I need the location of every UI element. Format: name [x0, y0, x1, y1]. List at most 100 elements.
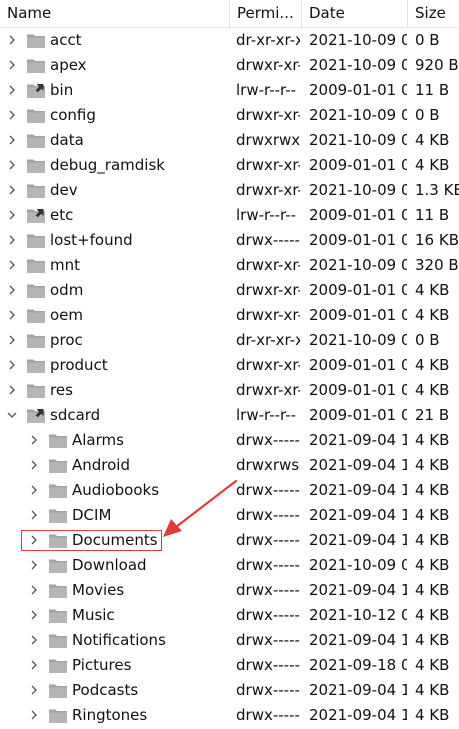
name-cell: Download [0, 553, 229, 578]
chevron-right-icon[interactable] [6, 259, 18, 271]
date-cell: 2021-09-04 1 [309, 681, 407, 699]
table-row[interactable]: bin lrw-r--r-- 2009-01-01 0 11 B [0, 78, 459, 103]
file-name: DCIM [72, 506, 112, 524]
folder-link-icon [27, 84, 45, 98]
chevron-right-icon[interactable] [28, 484, 40, 496]
name-cell: Notifications [0, 628, 229, 653]
chevron-right-icon[interactable] [6, 359, 18, 371]
table-row[interactable]: Audiobooks drwx------ 2021-09-04 1 4 KB [0, 478, 459, 503]
folder-icon [49, 684, 67, 698]
table-row[interactable]: sdcard lrw-r--r-- 2009-01-01 0 21 B [0, 403, 459, 428]
table-row[interactable]: product drwxr-xr-x 2009-01-01 0 4 KB [0, 353, 459, 378]
table-row[interactable]: Podcasts drwx------ 2021-09-04 1 4 KB [0, 678, 459, 703]
chevron-right-icon[interactable] [28, 609, 40, 621]
table-row[interactable]: Movies drwx------ 2021-09-04 1 4 KB [0, 578, 459, 603]
chevron-right-icon[interactable] [28, 559, 40, 571]
chevron-right-icon[interactable] [6, 134, 18, 146]
table-row[interactable]: acct dr-xr-xr-x 2021-10-09 0 0 B [0, 28, 459, 53]
size-cell: 4 KB [415, 131, 450, 149]
name-cell: debug_ramdisk [0, 153, 229, 178]
chevron-right-icon[interactable] [6, 84, 18, 96]
permissions-cell: drwxr-xr-x [236, 281, 300, 299]
permissions-cell: drwx------ [236, 606, 300, 624]
table-row[interactable]: Download drwx------ 2021-10-09 0 4 KB [0, 553, 459, 578]
column-header-date[interactable]: Date [301, 0, 407, 27]
chevron-right-icon[interactable] [28, 584, 40, 596]
date-cell: 2009-01-01 0 [309, 206, 407, 224]
folder-icon [27, 384, 45, 398]
file-name: lost+found [50, 231, 133, 249]
chevron-right-icon[interactable] [6, 34, 18, 46]
table-row[interactable]: res drwxr-xr-x 2009-01-01 0 4 KB [0, 378, 459, 403]
chevron-right-icon[interactable] [6, 184, 18, 196]
file-name: Music [72, 606, 115, 624]
chevron-right-icon[interactable] [6, 59, 18, 71]
folder-icon [27, 259, 45, 273]
table-row[interactable]: Alarms drwx------ 2021-09-04 1 4 KB [0, 428, 459, 453]
name-cell: lost+found [0, 228, 229, 253]
table-row[interactable]: data drwxrwx--x 2021-10-09 0 4 KB [0, 128, 459, 153]
chevron-right-icon[interactable] [6, 234, 18, 246]
table-row[interactable]: Ringtones drwx------ 2021-09-04 1 4 KB [0, 703, 459, 728]
chevron-right-icon[interactable] [28, 459, 40, 471]
chevron-right-icon[interactable] [6, 109, 18, 121]
chevron-right-icon[interactable] [28, 684, 40, 696]
chevron-right-icon[interactable] [28, 709, 40, 721]
table-row[interactable]: lost+found drwx------ 2009-01-01 0 16 KB [0, 228, 459, 253]
date-cell: 2021-09-04 1 [309, 431, 407, 449]
chevron-right-icon[interactable] [28, 509, 40, 521]
table-row[interactable]: odm drwxr-xr-x 2009-01-01 0 4 KB [0, 278, 459, 303]
chevron-right-icon[interactable] [6, 209, 18, 221]
column-header-name[interactable]: Name [0, 0, 229, 27]
file-name: proc [50, 331, 83, 349]
permissions-cell: drwxrws--- [236, 456, 300, 474]
table-row[interactable]: DCIM drwx------ 2021-09-04 1 4 KB [0, 503, 459, 528]
chevron-right-icon[interactable] [28, 659, 40, 671]
chevron-right-icon[interactable] [28, 634, 40, 646]
table-row[interactable]: apex drwxr-xr-x 2021-10-09 0 920 B [0, 53, 459, 78]
date-cell: 2021-09-04 1 [309, 531, 407, 549]
chevron-right-icon[interactable] [28, 434, 40, 446]
column-header-permissions[interactable]: Permi... [229, 0, 301, 27]
date-cell: 2009-01-01 0 [309, 356, 407, 374]
chevron-right-icon[interactable] [6, 309, 18, 321]
chevron-right-icon[interactable] [6, 159, 18, 171]
date-cell: 2021-10-09 0 [309, 331, 407, 349]
permissions-cell: drwxr-xr-x [236, 381, 300, 399]
table-row[interactable]: dev drwxr-xr-x 2021-10-09 0 1.3 KB [0, 178, 459, 203]
highlight-box [21, 530, 162, 551]
table-row[interactable]: etc lrw-r--r-- 2009-01-01 0 11 B [0, 203, 459, 228]
permissions-cell: drwx------ [236, 506, 300, 524]
table-row[interactable]: mnt drwxr-xr-x 2021-10-09 0 320 B [0, 253, 459, 278]
table-row[interactable]: oem drwxr-xr-x 2009-01-01 0 4 KB [0, 303, 459, 328]
folder-icon [27, 284, 45, 298]
date-cell: 2021-09-04 1 [309, 581, 407, 599]
date-cell: 2021-10-09 0 [309, 181, 407, 199]
name-cell: Alarms [0, 428, 229, 453]
file-name: odm [50, 281, 84, 299]
size-cell: 16 KB [415, 231, 459, 249]
size-cell: 4 KB [415, 156, 450, 174]
name-cell: Ringtones [0, 703, 229, 728]
size-cell: 4 KB [415, 656, 450, 674]
chevron-right-icon[interactable] [6, 384, 18, 396]
permissions-cell: dr-xr-xr-x [236, 331, 300, 349]
table-row[interactable]: Music drwx------ 2021-10-12 0 4 KB [0, 603, 459, 628]
table-row[interactable]: Pictures drwx------ 2021-09-18 0 4 KB [0, 653, 459, 678]
name-cell: odm [0, 278, 229, 303]
table-row[interactable]: config drwxr-xr-x 2021-10-09 0 0 B [0, 103, 459, 128]
chevron-down-icon[interactable] [6, 409, 18, 421]
table-row[interactable]: debug_ramdisk drwxr-xr-x 2009-01-01 0 4 KB [0, 153, 459, 178]
chevron-right-icon[interactable] [6, 284, 18, 296]
table-row[interactable]: Notifications drwx------ 2021-09-04 1 4 KB [0, 628, 459, 653]
size-cell: 4 KB [415, 706, 450, 724]
date-cell: 2021-10-09 0 [309, 56, 407, 74]
folder-icon [49, 634, 67, 648]
table-row[interactable]: Android drwxrws--- 2021-09-04 1 4 KB [0, 453, 459, 478]
name-cell: config [0, 103, 229, 128]
table-row[interactable]: proc dr-xr-xr-x 2021-10-09 0 0 B [0, 328, 459, 353]
name-cell: sdcard [0, 403, 229, 428]
chevron-right-icon[interactable] [6, 334, 18, 346]
column-header-size[interactable]: Size [407, 0, 459, 27]
date-cell: 2009-01-01 0 [309, 406, 407, 424]
